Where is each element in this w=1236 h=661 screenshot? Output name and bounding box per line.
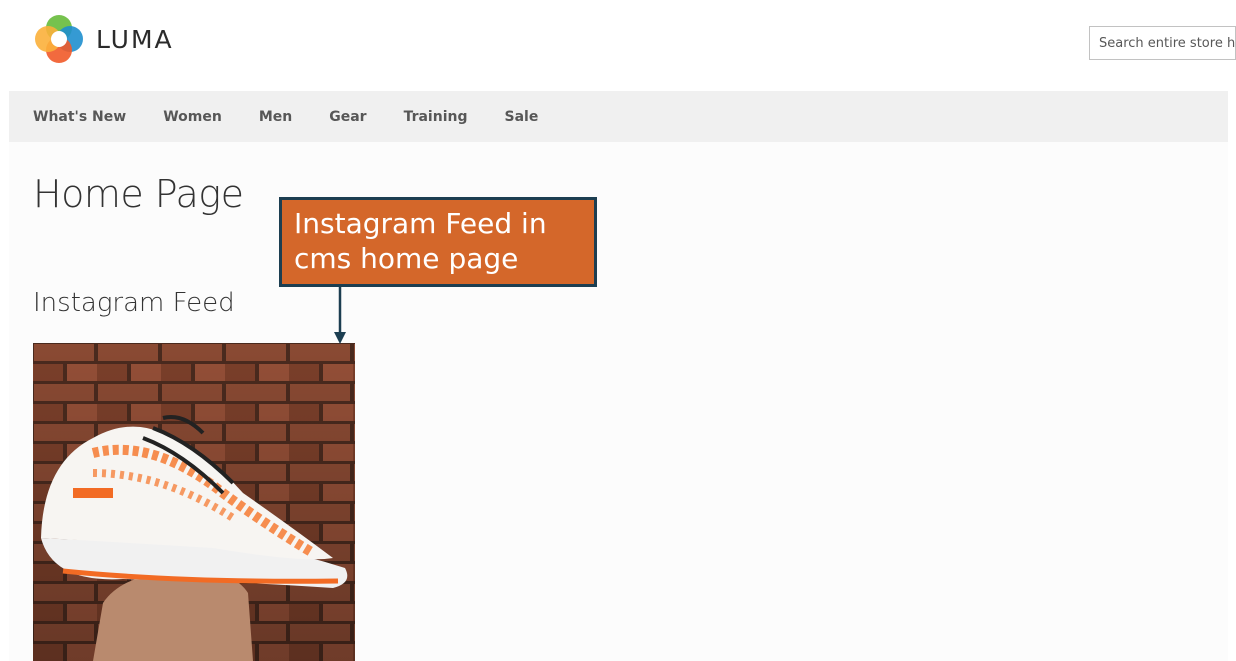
annotation-line-1: Instagram Feed in bbox=[294, 207, 547, 240]
nav-item-gear[interactable]: Gear bbox=[329, 109, 366, 125]
sneaker-photo bbox=[33, 343, 355, 661]
luma-logo-icon bbox=[35, 15, 83, 63]
logo[interactable]: LUMA bbox=[34, 14, 174, 64]
logo-text: LUMA bbox=[96, 24, 174, 54]
main-navigation: What's New Women Men Gear Training Sale bbox=[9, 91, 1228, 142]
annotation-line-2: cms home page bbox=[294, 242, 519, 275]
annotation-arrow-icon bbox=[334, 286, 346, 344]
search-box bbox=[1089, 26, 1236, 60]
header: LUMA bbox=[0, 0, 1236, 91]
instagram-feed-image[interactable] bbox=[33, 343, 355, 661]
section-title: Instagram Feed bbox=[33, 288, 235, 318]
nav-item-whats-new[interactable]: What's New bbox=[33, 109, 126, 125]
annotation-callout: Instagram Feed in cms home page bbox=[279, 197, 597, 287]
search-input[interactable] bbox=[1090, 27, 1235, 59]
nav-item-training[interactable]: Training bbox=[404, 109, 468, 125]
page-title: Home Page bbox=[33, 172, 244, 216]
nav-item-women[interactable]: Women bbox=[163, 109, 222, 125]
page: LUMA What's New Women Men Gear Training … bbox=[0, 0, 1236, 661]
nav-item-sale[interactable]: Sale bbox=[504, 109, 538, 125]
nav-item-men[interactable]: Men bbox=[259, 109, 292, 125]
